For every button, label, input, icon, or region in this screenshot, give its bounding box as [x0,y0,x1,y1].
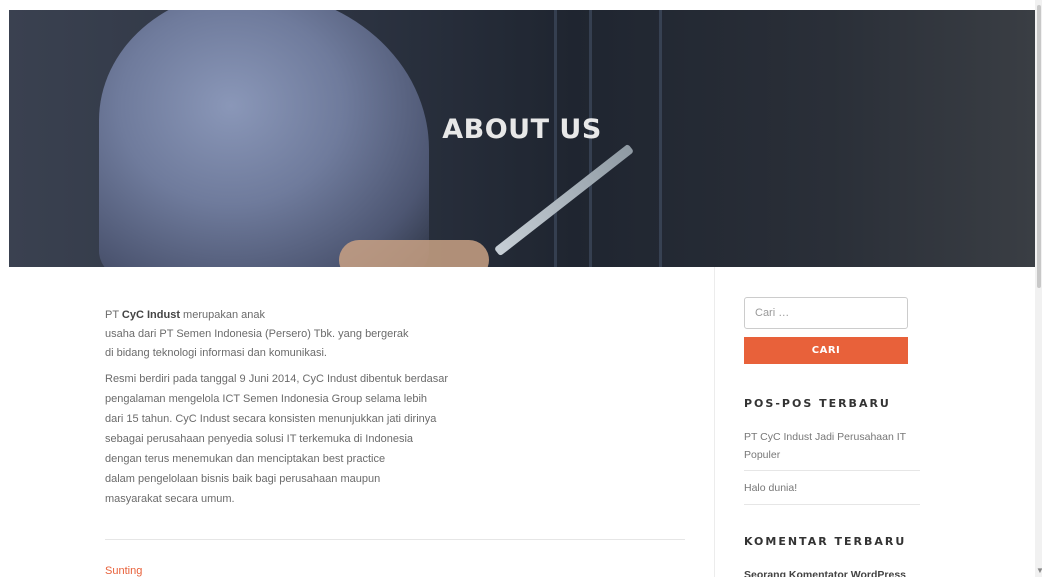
hero-banner: ABOUT US [9,10,1035,267]
recent-comments-title: KOMENTAR TERBARU [744,535,907,548]
scroll-down-arrow-icon[interactable]: ▼ [1036,566,1042,575]
body-line: dalam pengelolaan bisnis baik bagi perus… [105,473,381,485]
intro-line-1: PT CyC Indust merupakan anak [105,306,505,325]
page-title: ABOUT US [442,114,602,145]
body-line: Resmi berdiri pada tanggal 9 Juni 2014, … [105,373,449,385]
search-input[interactable] [744,297,908,329]
body-line: dari 15 tahun. CyC Indust secara konsist… [105,413,437,425]
recent-post-link[interactable]: Halo dunia! [744,479,920,497]
body-line: pengalaman mengelola ICT Semen Indonesia… [105,393,428,405]
body-line: sebagai perusahaan penyedia solusi IT te… [105,433,413,445]
body-line: dengan terus menemukan dan menciptakan b… [105,453,386,465]
main-content: PT CyC Indust merupakan anak usaha dari … [105,306,505,515]
intro-prefix: PT [105,309,122,321]
edit-link[interactable]: Sunting [105,565,142,577]
comment-author-link[interactable]: Seorang Komentator WordPress [744,569,906,577]
sidebar-border [714,267,715,577]
intro-text: merupakan anak [179,309,265,321]
intro-line-3: di bidang teknologi informasi dan komuni… [105,347,327,359]
hero-arm-image [339,240,489,267]
scrollbar-thumb[interactable] [1037,5,1041,288]
body-paragraph: Resmi berdiri pada tanggal 9 Juni 2014, … [105,369,505,509]
intro-line-2: usaha dari PT Semen Indonesia (Persero) … [105,328,409,340]
intro-paragraph: PT CyC Indust merupakan anak usaha dari … [105,306,505,363]
hero-tablet-image [493,143,635,257]
body-line: masyarakat secara umum. [105,493,235,505]
recent-posts-title: POS-POS TERBARU [744,397,891,410]
company-name: CyC Indust [121,309,180,321]
recent-post-link[interactable]: PT CyC Indust Jadi Perusahaan IT Populer [744,428,920,464]
post-separator [744,504,920,505]
content-divider [105,539,685,540]
post-separator [744,470,920,471]
search-button[interactable]: CARI [744,337,908,364]
